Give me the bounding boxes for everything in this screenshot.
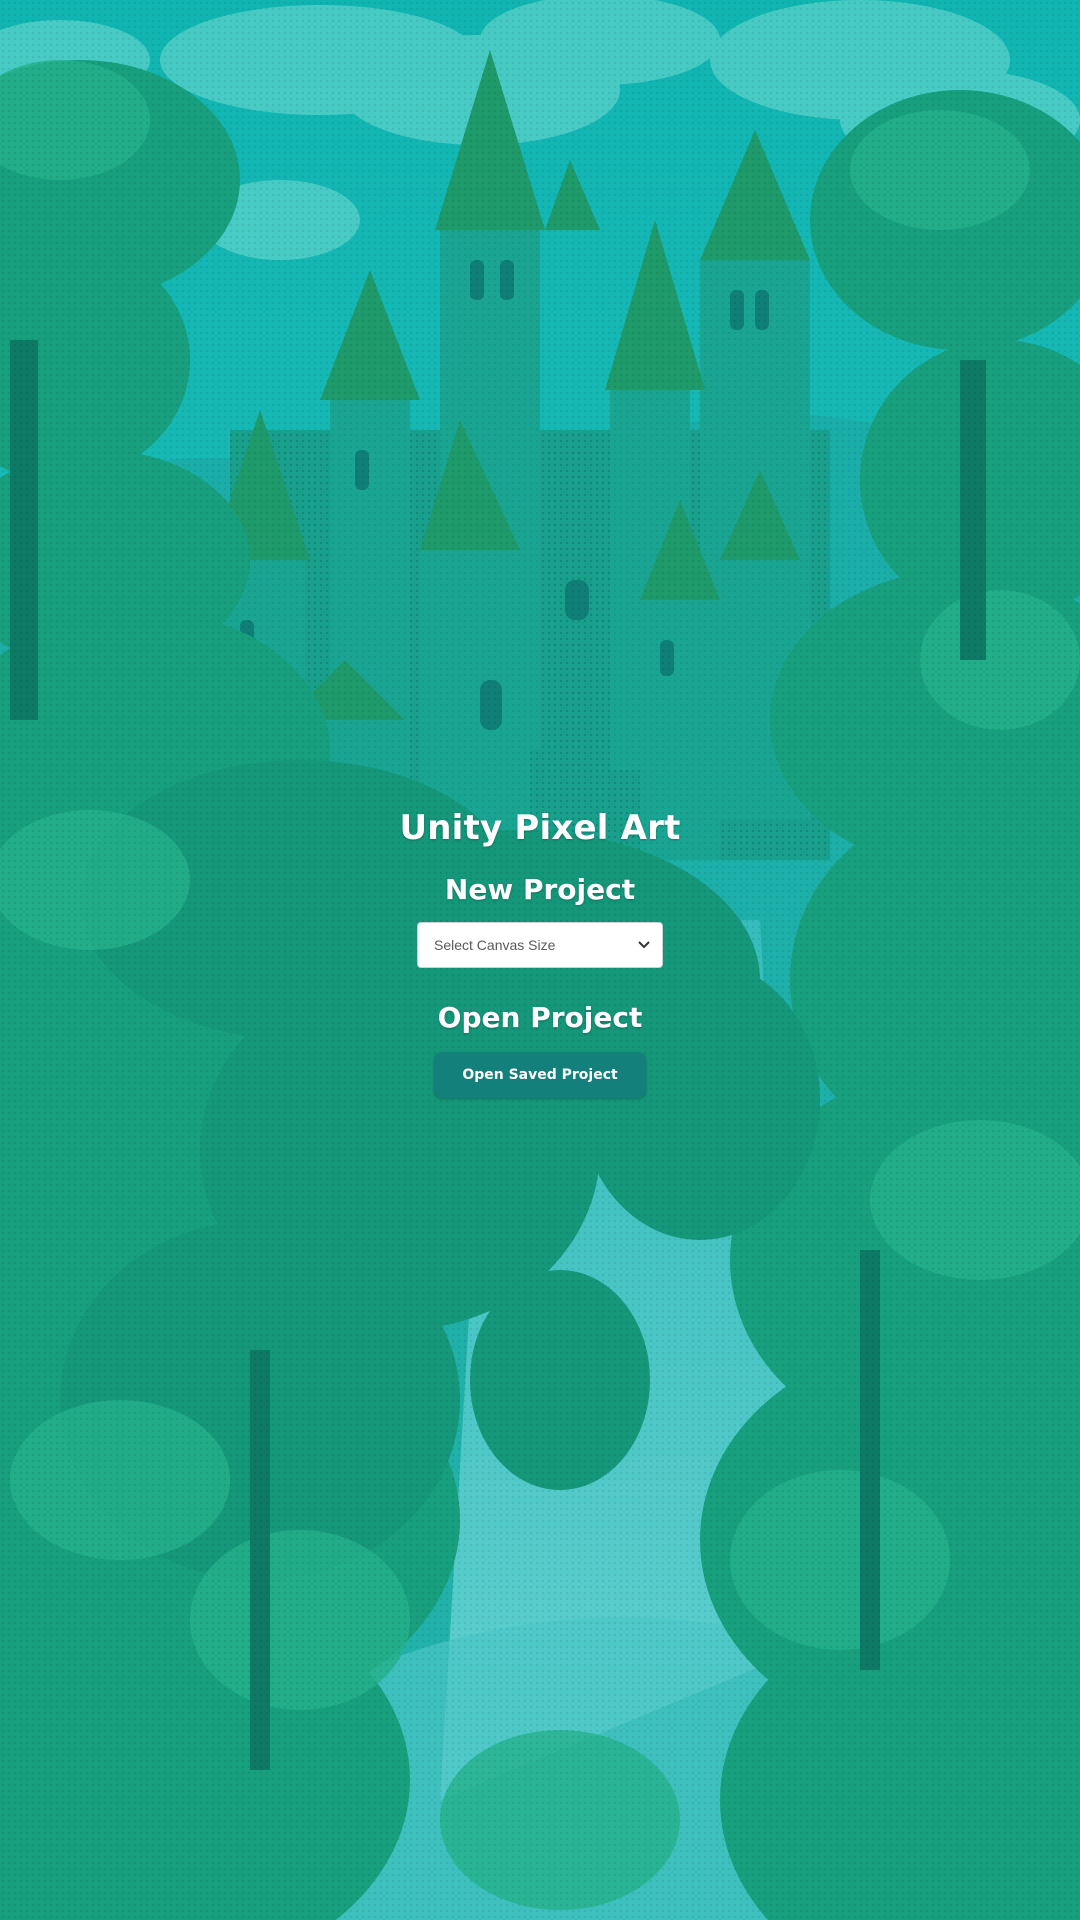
- canvas-size-select[interactable]: Select Canvas Size: [417, 922, 663, 968]
- chevron-down-icon: [638, 941, 650, 949]
- new-project-heading: New Project: [444, 873, 636, 906]
- canvas-size-select-value: Select Canvas Size: [434, 937, 556, 953]
- app-title: Unity Pixel Art: [399, 808, 681, 848]
- app-screen: Unity Pixel Art New Project Select Canva…: [0, 0, 1080, 1920]
- open-saved-project-label: Open Saved Project: [462, 1067, 618, 1083]
- open-project-heading: Open Project: [437, 1001, 643, 1034]
- start-menu: Unity Pixel Art New Project Select Canva…: [0, 800, 1080, 1098]
- open-saved-project-button[interactable]: Open Saved Project: [434, 1052, 646, 1098]
